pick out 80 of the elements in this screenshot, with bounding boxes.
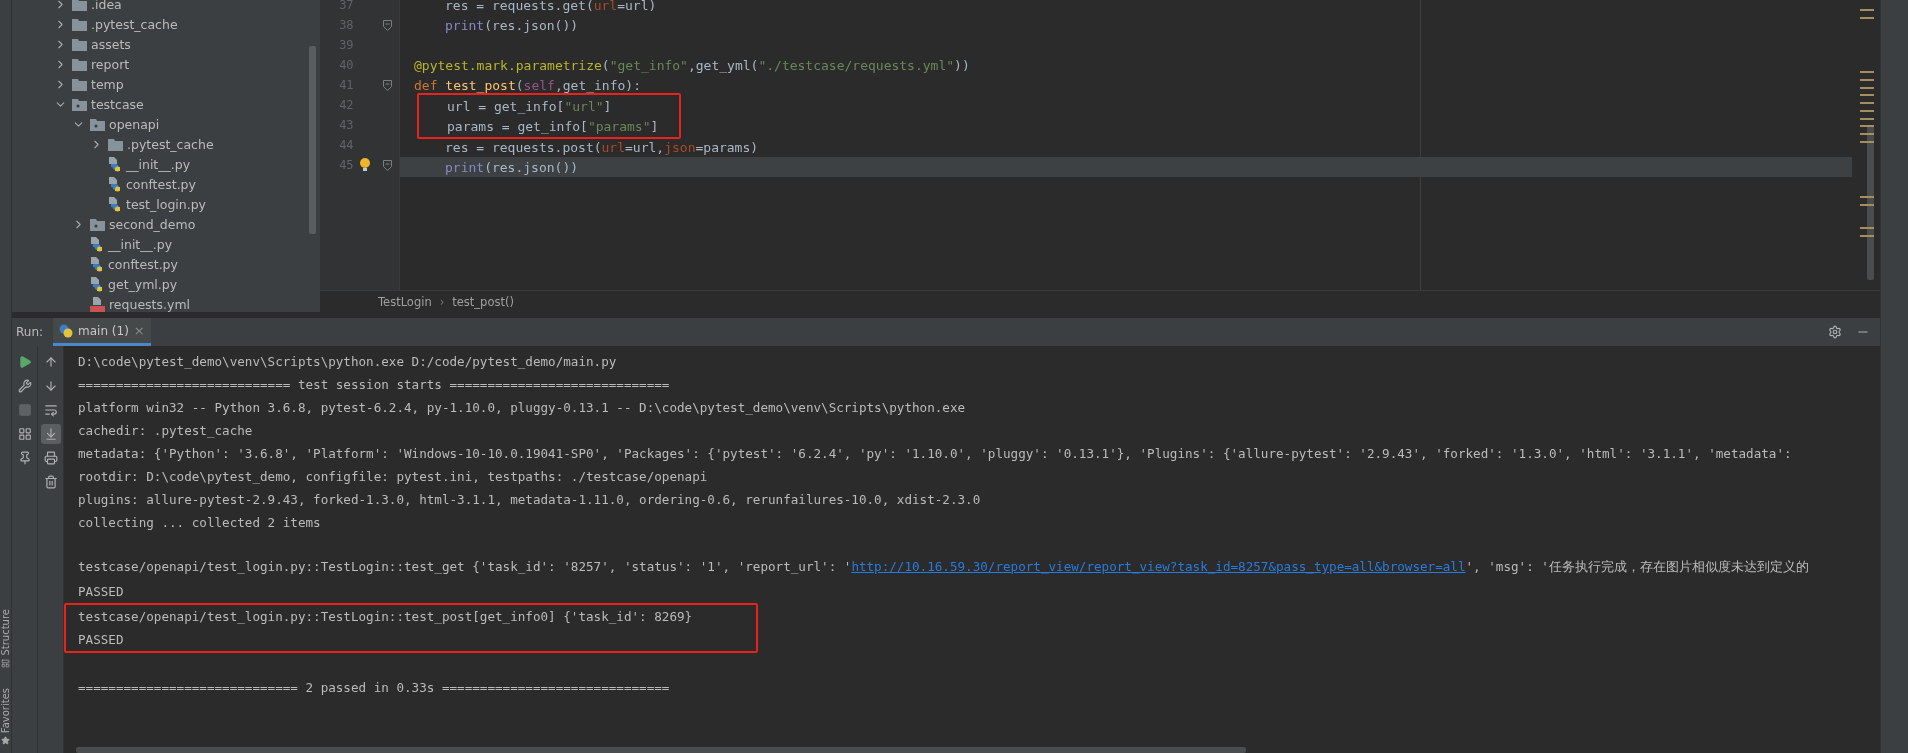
code-line: print(res.json()) (444, 159, 579, 175)
tree-item-label[interactable]: second_demo (109, 216, 196, 232)
tree-item-label[interactable]: test_login.py (126, 196, 206, 212)
scrollbar-thumb[interactable] (309, 46, 316, 234)
python-file-icon (108, 196, 122, 212)
console-line: cachedir: .pytest_cache (78, 423, 253, 438)
print-icon (43, 451, 58, 465)
pin-icon[interactable] (17, 451, 32, 465)
folder-icon (72, 77, 87, 91)
console-line: D:\code\pytest_demo\venv\Scripts\python.exe D:/code/pytest_demo/main.py (78, 354, 617, 369)
console-line: PASSED (78, 632, 124, 647)
folder-icon (72, 57, 87, 71)
folder-icon (108, 137, 123, 151)
scrollbar-thumb[interactable] (1867, 125, 1874, 280)
console-line: collecting ... collected 2 items (78, 515, 321, 530)
tree-item-label[interactable]: report (91, 56, 130, 72)
code-line: url = get_info["url"] (446, 98, 612, 114)
folder-icon (72, 17, 87, 31)
structure-icon (1, 658, 10, 668)
fold-icon[interactable] (383, 19, 393, 31)
tree-item-label[interactable]: .pytest_cache (91, 16, 178, 32)
console-line: testcase/openapi/test_login.py::TestLogin::test_get {'task_id': '8257', 'status': '1', 'report_url': 'http://10.16.59.30/report_view/report_view?task_id=8257&pass_type=all&browser=all', 'msg': '任务执行完成，存在图片相似度未达到定义的 (78, 559, 1809, 576)
python-file-icon (90, 256, 104, 272)
run-icon[interactable] (17, 355, 32, 369)
python-file-icon (108, 156, 122, 172)
tree-item-label[interactable]: assets (91, 36, 131, 52)
folder-icon (72, 0, 87, 11)
soft-wrap-icon (43, 403, 58, 417)
python-file-icon (90, 276, 104, 292)
run-label: Run: (16, 325, 44, 339)
python-file-icon (108, 176, 122, 192)
tree-item-label[interactable]: testcase (91, 96, 144, 112)
python-file-icon (90, 236, 104, 252)
fold-icon[interactable] (383, 79, 393, 91)
tree-item-label[interactable]: get_yml.py (108, 276, 178, 292)
tree-item-label[interactable]: .pytest_cache (127, 136, 214, 152)
console-link[interactable]: http://10.16.59.30/report_view/report_view?task_id=8257&pass_type=all&browser=all (851, 559, 1466, 574)
console-line: ============================= 2 passed in 0.33s ============================== (78, 680, 670, 695)
console-line: PASSED (78, 584, 124, 599)
code-line: @pytest.mark.parametrize("get_info",get_yml("./testcase/requests.yml")) (413, 57, 970, 73)
code-line: res = requests.post(url=url,json=params) (444, 139, 759, 155)
run-tab[interactable]: main (1) × (53, 318, 151, 346)
tree-item-label[interactable]: temp (91, 76, 124, 92)
side-tab-label[interactable]: Favorites (0, 687, 11, 733)
package-folder-icon (90, 117, 105, 131)
console-line: plugins: allure-pytest-2.9.43, forked-1.3.0, html-3.1.1, metadata-1.11.0, ordering-0.6, rerunfailures-10.0, xdist-2.3.0 (78, 492, 981, 507)
folder-icon (72, 37, 87, 51)
star-icon (1, 736, 10, 745)
tree-item-label[interactable]: __init__.py (126, 156, 191, 172)
scroll-to-end-icon (43, 427, 58, 441)
breadcrumb[interactable]: TestLogin (378, 294, 432, 309)
tree-item-label[interactable]: requests.yml (109, 296, 191, 312)
code-line: def test_post(self,get_info): (413, 77, 641, 93)
tree-item-label[interactable]: openapi (109, 116, 160, 132)
breadcrumb-separator: › (439, 294, 445, 309)
tree-item-label[interactable]: conftest.py (126, 176, 196, 192)
layout-icon[interactable] (17, 427, 32, 441)
code-line: params = get_info["params"] (446, 118, 659, 134)
python-icon (59, 323, 74, 338)
trash-icon (43, 475, 58, 489)
yaml-file-icon (90, 296, 105, 312)
code-line: res = requests.get(url=url) (444, 0, 657, 13)
console-line: ============================ test session starts ============================= (78, 377, 670, 392)
package-folder-icon (90, 217, 105, 231)
scroll-to-end-button[interactable] (40, 424, 61, 444)
fold-icon[interactable] (383, 159, 393, 171)
console-line: testcase/openapi/test_login.py::TestLogin::test_post[get_info0] {'task_id': 8269} (78, 609, 693, 624)
lightbulb-icon[interactable] (359, 158, 370, 172)
console-line: platform win32 -- Python 3.6.8, pytest-6.2.4, py-1.10.0, pluggy-0.13.1 -- D:\code\pytest_demo\venv\Scripts\python.exe (78, 400, 966, 415)
code-line: print(res.json()) (444, 17, 579, 33)
console-line: rootdir: D:\code\pytest_demo, configfile: pytest.ini, testpaths: ./testcase/openapi (78, 469, 708, 484)
console-line: metadata: {'Python': '3.6.8', 'Platform': 'Windows-10-10.0.19041-SP0', 'Packages': {'pytest': '6.2.4', 'py': '1.10.0', 'pluggy': '0.13.1'}, 'Plugins': {'allure-pytest': '2.9.43', 'forked': '1.3.0', 'html': '3.1.1', 'metadata': (78, 446, 1792, 461)
wrench-icon[interactable] (17, 379, 32, 393)
breadcrumb[interactable]: test_post() (452, 294, 514, 309)
tree-item-label[interactable]: __init__.py (108, 236, 173, 252)
settings-icon[interactable] (1828, 325, 1842, 339)
tree-item-label[interactable]: conftest.py (108, 256, 178, 272)
package-folder-icon (72, 97, 87, 111)
scrollbar-thumb[interactable] (76, 747, 1246, 753)
side-tab-label[interactable]: Structure (0, 609, 11, 656)
